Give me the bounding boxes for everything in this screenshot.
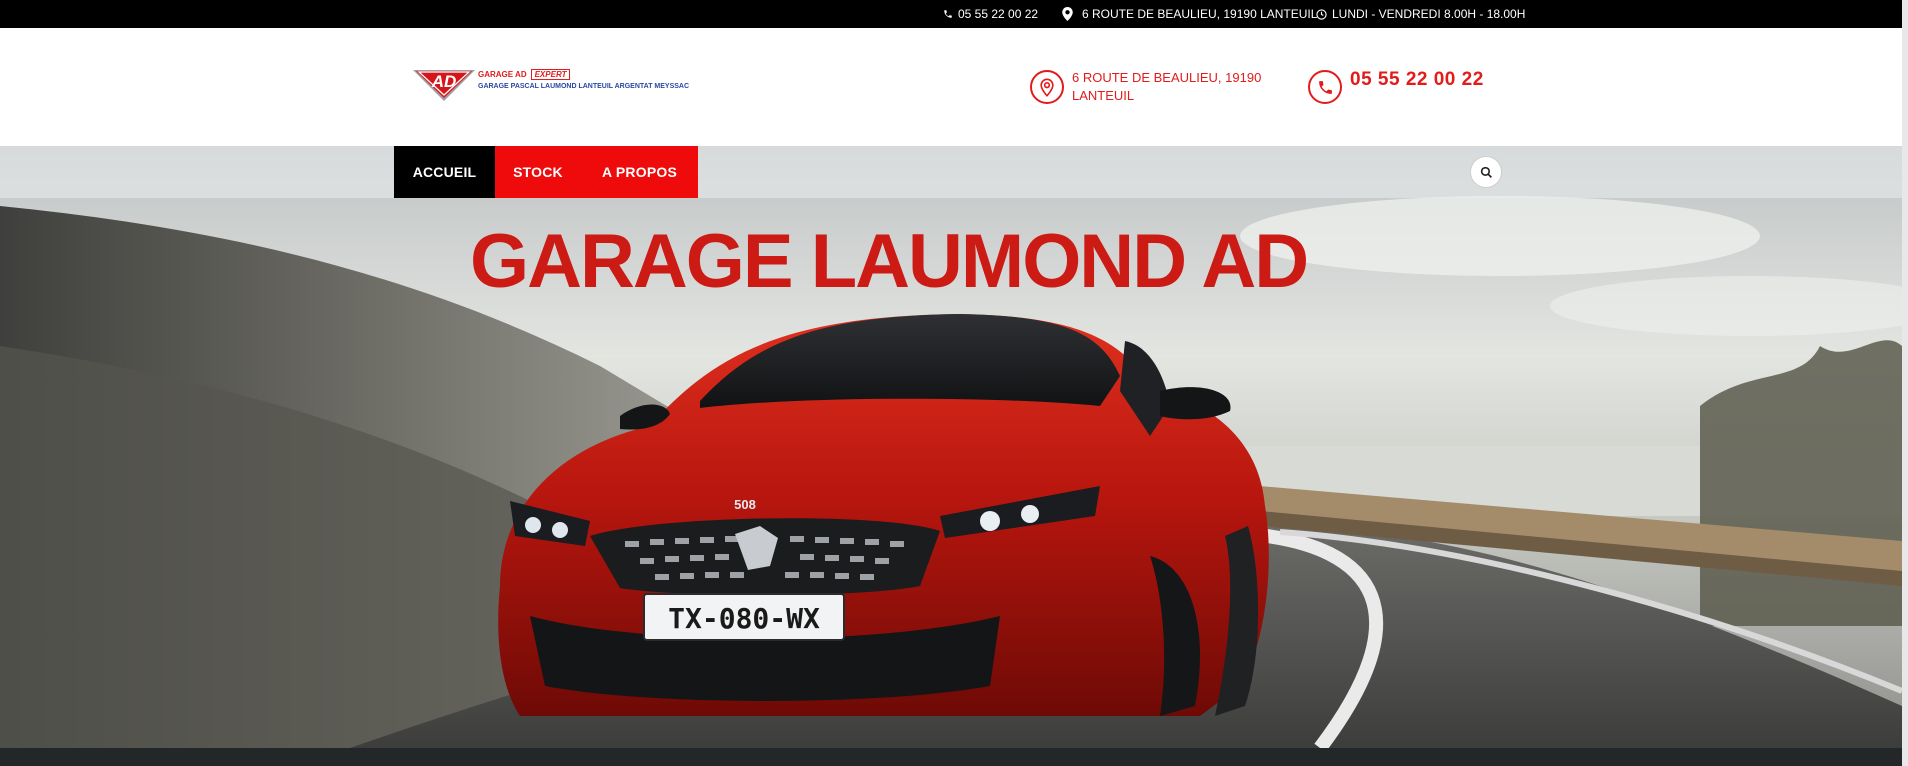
logo-expert: EXPERT (530, 69, 571, 80)
topbar-hours-text: LUNDI - VENDREDI 8.00H - 18.00H (1332, 7, 1526, 21)
header-phone-text: 05 55 22 00 22 (1350, 69, 1484, 90)
ad-badge-text: AD (431, 72, 457, 91)
topbar-hours: LUNDI - VENDREDI 8.00H - 18.00H (1316, 0, 1525, 28)
site-header: AD GARAGE AD EXPERT GARAGE PASCAL LAUMOND… (0, 28, 1902, 146)
nav-item-a-propos[interactable]: A PROPOS (581, 146, 698, 198)
car-model-badge: 508 (734, 497, 756, 512)
license-plate: TX-080-WX (668, 602, 820, 635)
logo-line2: GARAGE PASCAL LAUMOND LANTEUIL ARGENTAT … (478, 83, 690, 90)
topbar-address: 6 ROUTE DE BEAULIEU, 19190 LANTEUIL (1062, 0, 1317, 28)
header-address: 6 ROUTE DE BEAULIEU, 19190 LANTEUIL (1030, 70, 1262, 105)
topbar-phone-text: 05 55 22 00 22 (958, 7, 1039, 21)
logo-line1: GARAGE AD EXPERT (478, 69, 571, 80)
page: 05 55 22 00 22 6 ROUTE DE BEAULIEU, 1919… (0, 0, 1908, 766)
site-logo[interactable]: AD GARAGE AD EXPERT GARAGE PASCAL LAUMOND… (411, 68, 689, 112)
top-bar: 05 55 22 00 22 6 ROUTE DE BEAULIEU, 1919… (0, 0, 1902, 28)
phone-icon (943, 9, 953, 19)
search-icon (1480, 166, 1492, 178)
logo-line1-text: GARAGE AD (478, 70, 527, 79)
topbar-address-text: 6 ROUTE DE BEAULIEU, 19190 LANTEUIL (1082, 7, 1318, 21)
page-scrollbar[interactable] (1902, 0, 1908, 766)
search-button[interactable] (1470, 156, 1502, 188)
hero-bottom-strip (0, 748, 1902, 766)
hero-title: GARAGE LAUMOND AD (470, 219, 1309, 304)
main-navigation (0, 146, 1902, 198)
topbar-phone[interactable]: 05 55 22 00 22 (943, 0, 1038, 28)
map-marker-icon (1062, 7, 1073, 21)
clock-icon (1316, 8, 1327, 20)
phone-icon (1308, 70, 1342, 104)
location-pin-icon (1030, 70, 1064, 104)
nav-item-stock[interactable]: STOCK (495, 146, 581, 198)
header-phone[interactable]: 05 55 22 00 22 (1308, 69, 1484, 104)
ad-badge-icon: AD (413, 70, 475, 101)
header-address-text: 6 ROUTE DE BEAULIEU, 19190 LANTEUIL (1072, 70, 1262, 103)
nav-item-accueil[interactable]: ACCUEIL (394, 146, 495, 198)
